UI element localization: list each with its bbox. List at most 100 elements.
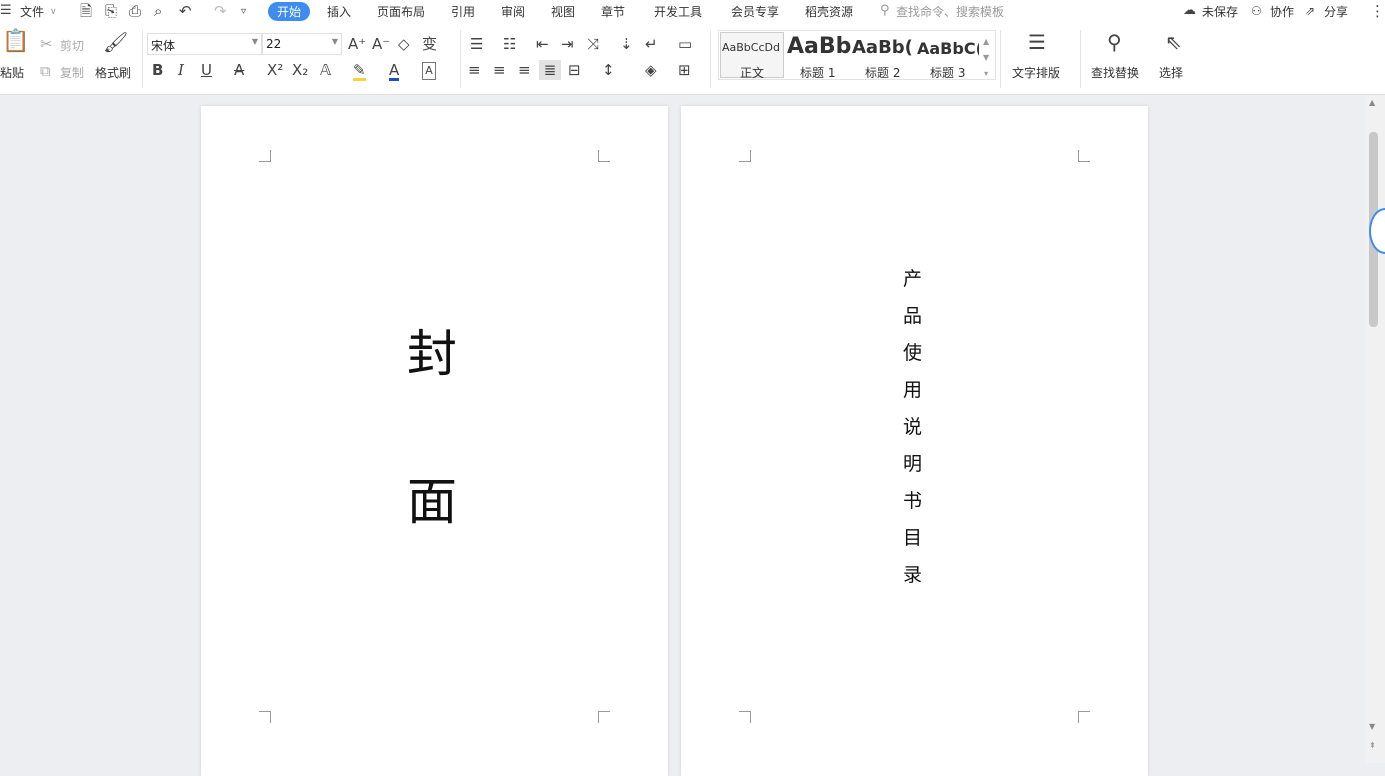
superscript-icon[interactable]: X²	[267, 62, 283, 78]
cloud-icon: ☁	[1183, 3, 1196, 19]
align-left-icon[interactable]: ≡	[468, 62, 481, 78]
numbered-list-icon[interactable]: ☷	[503, 36, 516, 52]
sort-icon[interactable]: ⇣	[620, 36, 633, 52]
cut-button[interactable]: 剪切	[60, 37, 84, 54]
command-search-input[interactable]: 查找命令、搜索模板	[896, 3, 1004, 20]
tab-page-layout[interactable]: 页面布局	[377, 3, 425, 20]
highlight-icon[interactable]: ✎	[353, 62, 366, 81]
ruler-icon[interactable]: ▭	[678, 36, 692, 52]
cover-text: 封	[407, 314, 457, 386]
tab-view[interactable]: 视图	[551, 3, 575, 20]
shrink-font-icon[interactable]: A⁻	[372, 36, 390, 52]
distributed-icon[interactable]: ⊟	[568, 62, 581, 78]
cover-text: 面	[407, 462, 457, 534]
more-icon[interactable]: ⋮	[1370, 3, 1385, 19]
text-layout-button[interactable]: 文字排版	[1012, 64, 1060, 81]
page-cover[interactable]: 封 面	[201, 106, 668, 776]
toc-title-char: 录	[903, 560, 922, 587]
toc-title-char: 产	[903, 264, 922, 291]
tab-docer[interactable]: 稻壳资源	[805, 3, 853, 20]
font-name-select[interactable]: 宋体▼	[147, 33, 262, 55]
subscript-icon[interactable]: X₂	[292, 62, 308, 78]
toc-title-char: 明	[903, 449, 922, 476]
style-normal-label[interactable]: 正文	[740, 64, 764, 81]
collab-button[interactable]: 协作	[1270, 3, 1294, 20]
cursor-icon: ⇖	[1165, 34, 1182, 50]
find-replace-icon: ⚲	[1107, 34, 1122, 50]
toc-title-char: 用	[903, 375, 922, 402]
tab-references[interactable]: 引用	[451, 3, 475, 20]
tab-insert[interactable]: 插入	[327, 3, 351, 20]
text-layout-icon: ☰	[1028, 34, 1046, 50]
style-h3-preview[interactable]: AaBbC(	[917, 39, 979, 58]
tab-home[interactable]: 开始	[268, 2, 310, 21]
grow-font-icon[interactable]: A⁺	[348, 36, 366, 52]
share-button[interactable]: 分享	[1324, 3, 1348, 20]
style-h1-label[interactable]: 标题 1	[800, 64, 835, 81]
strikethrough-icon[interactable]: A	[234, 62, 244, 78]
font-size-value: 22	[266, 37, 281, 51]
tab-developer[interactable]: 开发工具	[654, 3, 702, 20]
print-icon[interactable]: ⎙	[129, 3, 141, 19]
chinese-layout-icon[interactable]: ⤨	[587, 36, 599, 52]
share-icon: ⇗	[1305, 3, 1315, 19]
italic-icon[interactable]: I	[178, 62, 184, 78]
vertical-scrollbar[interactable]: ▲ ▼ ⇞	[1365, 96, 1385, 763]
format-painter-icon: 🖌	[103, 34, 128, 50]
char-border-icon[interactable]: A	[422, 62, 436, 80]
select-button[interactable]: 选择	[1159, 64, 1183, 81]
align-center-icon[interactable]: ≡	[493, 62, 506, 78]
borders-icon[interactable]: ⊞	[678, 62, 691, 78]
bullet-list-icon[interactable]: ☰	[470, 36, 483, 52]
style-h3-label[interactable]: 标题 3	[930, 64, 965, 81]
find-replace-button[interactable]: 查找替换	[1091, 64, 1139, 81]
shading-icon[interactable]: ◈	[645, 62, 657, 78]
copy-icon: ⧉	[40, 63, 51, 79]
redo-icon[interactable]: ↷	[214, 3, 227, 19]
scissors-icon: ✂	[40, 36, 53, 52]
style-normal-preview: AaBbCcDd	[722, 41, 780, 54]
chevron-down-icon[interactable]: ∨	[50, 4, 57, 20]
font-name-value: 宋体	[151, 39, 175, 53]
line-spacing-icon[interactable]: ↕	[602, 62, 615, 78]
toc-title-char: 说	[903, 412, 922, 439]
decrease-indent-icon[interactable]: ⇤	[536, 36, 549, 52]
scroll-up-icon[interactable]: ▲▼▾	[983, 34, 989, 82]
copy-button[interactable]: 复制	[60, 64, 84, 81]
clear-format-icon[interactable]: ◇	[398, 36, 410, 52]
show-marks-icon[interactable]: ↵	[645, 36, 658, 52]
bold-icon[interactable]: B	[152, 62, 163, 78]
tab-review[interactable]: 审阅	[501, 3, 525, 20]
tab-chapter[interactable]: 章节	[601, 3, 625, 20]
text-effect-icon[interactable]: 𝔸	[320, 62, 331, 78]
clipboard-icon[interactable]: 📋	[2, 34, 29, 50]
style-h2-label[interactable]: 标题 2	[865, 64, 900, 81]
unsaved-status[interactable]: 未保存	[1202, 3, 1238, 20]
toc-title-char: 使	[903, 338, 922, 365]
menu-bar: ☰ 文件 ∨ 🗎 ⎘ ⎙ ⌕ ↶ ↷ ▿ 开始 插入 页面布局 引用 审阅 视图…	[0, 0, 1385, 24]
style-h2-preview[interactable]: AaBb(	[852, 37, 914, 58]
toc-title-char: 书	[903, 486, 922, 513]
export-pdf-icon[interactable]: ⎘	[105, 3, 117, 19]
undo-icon[interactable]: ↶	[179, 3, 192, 19]
ribbon-toolbar: 📋 粘贴 ✂ 剪切 ⧉ 复制 🖌 格式刷 宋体▼ 22▼ A⁺ A⁻ ◇ 变 B…	[0, 24, 1385, 95]
underline-icon[interactable]: U	[201, 62, 212, 78]
hamburger-icon[interactable]: ☰	[0, 3, 12, 19]
search-icon: ⚲	[880, 3, 890, 19]
increase-indent-icon[interactable]: ⇥	[561, 36, 574, 52]
paste-button[interactable]: 粘贴	[0, 64, 24, 81]
align-right-icon[interactable]: ≡	[518, 62, 531, 78]
file-menu[interactable]: 文件	[20, 3, 44, 20]
tab-member[interactable]: 会员专享	[731, 3, 779, 20]
justify-icon[interactable]: ≣	[539, 60, 561, 80]
font-color-icon[interactable]: A	[389, 62, 399, 81]
font-size-select[interactable]: 22▼	[262, 33, 342, 55]
phonetic-guide-icon[interactable]: 变	[422, 36, 437, 52]
page-toc[interactable]: 产品使用说明书目录	[681, 106, 1148, 776]
save-icon[interactable]: 🗎	[80, 3, 92, 19]
user-add-icon: ⚇	[1251, 3, 1262, 19]
format-painter-button[interactable]: 格式刷	[95, 64, 131, 81]
style-h1-preview[interactable]: AaBb	[787, 34, 851, 59]
customize-icon[interactable]: ▿	[241, 4, 246, 20]
print-preview-icon[interactable]: ⌕	[154, 3, 162, 19]
